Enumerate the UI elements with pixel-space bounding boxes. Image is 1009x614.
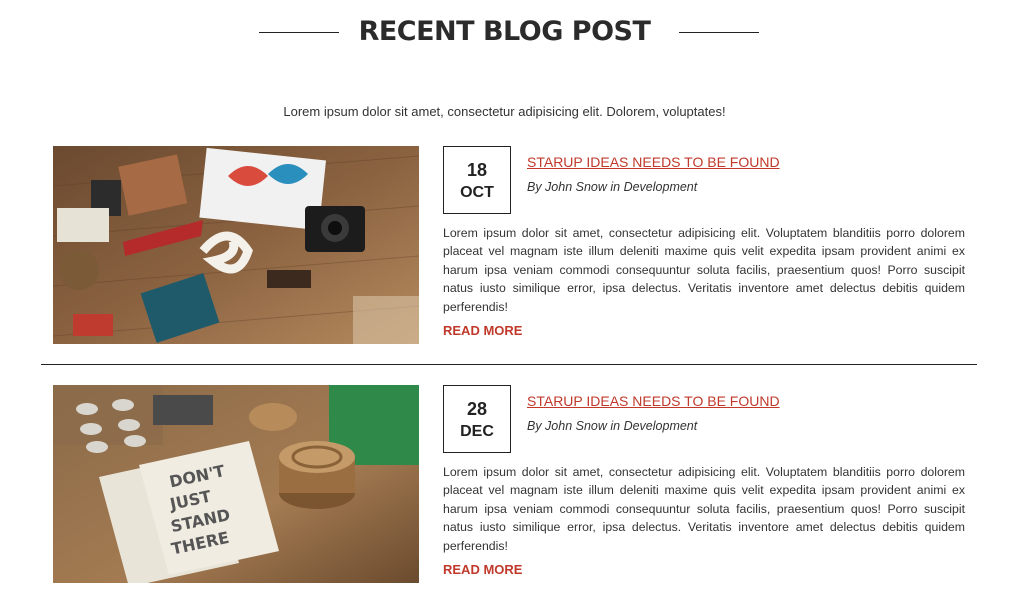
blog-post: DON'T JUST STAND THERE 28 DEC STARUP IDE… xyxy=(53,385,965,583)
post-date: 28 DEC xyxy=(443,385,511,453)
post-meta: By John Snow in Development xyxy=(527,180,698,194)
read-more-link[interactable]: READ MORE xyxy=(443,562,522,577)
dont-just-stand-there-image: DON'T JUST STAND THERE xyxy=(53,385,419,583)
post-thumbnail[interactable] xyxy=(53,146,419,344)
post-date: 18 OCT xyxy=(443,146,511,214)
date-month: OCT xyxy=(460,184,494,201)
post-divider xyxy=(41,364,977,365)
title-divider-right xyxy=(679,32,759,33)
section-title: RECENT BLOG POST xyxy=(358,16,651,47)
date-month: DEC xyxy=(460,423,494,440)
section-intro: Lorem ipsum dolor sit amet, consectetur … xyxy=(283,104,726,119)
flatlay-desk-image xyxy=(53,146,419,344)
post-title-link[interactable]: STARUP IDEAS NEEDS TO BE FOUND xyxy=(527,154,780,170)
blog-post: 18 OCT STARUP IDEAS NEEDS TO BE FOUND By… xyxy=(53,146,965,344)
post-meta: By John Snow in Development xyxy=(527,419,698,433)
date-day: 18 xyxy=(466,160,488,180)
post-thumbnail[interactable]: DON'T JUST STAND THERE xyxy=(53,385,419,583)
post-title-link[interactable]: STARUP IDEAS NEEDS TO BE FOUND xyxy=(527,393,780,409)
post-excerpt: Lorem ipsum dolor sit amet, consectetur … xyxy=(443,465,965,553)
read-more-link[interactable]: READ MORE xyxy=(443,323,522,338)
section-header: RECENT BLOG POST xyxy=(0,14,1009,50)
post-excerpt: Lorem ipsum dolor sit amet, consectetur … xyxy=(443,226,965,314)
date-day: 28 xyxy=(466,399,488,419)
